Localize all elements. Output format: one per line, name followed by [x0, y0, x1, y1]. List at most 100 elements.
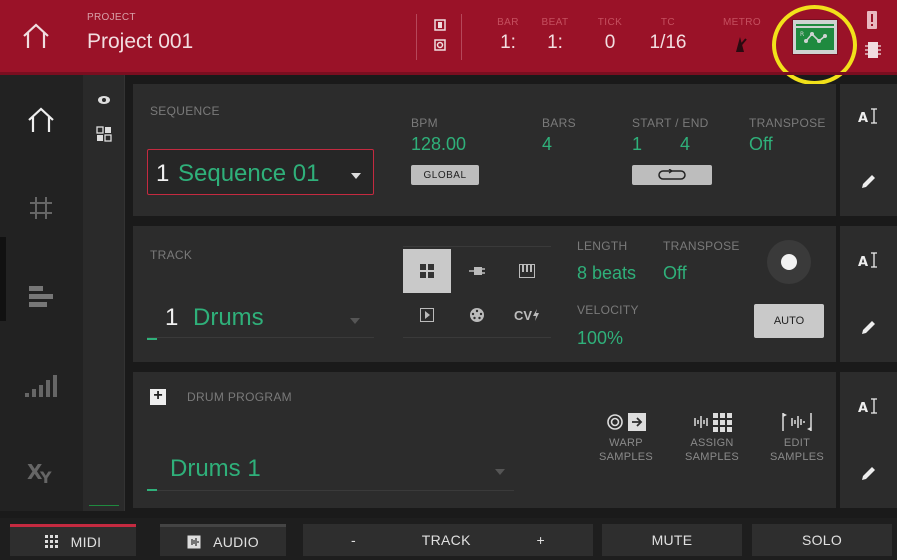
track-select[interactable]: 1 Drums	[147, 302, 374, 338]
nav-grid[interactable]	[18, 185, 64, 231]
bars-icon	[29, 286, 53, 307]
loop-icon	[658, 169, 686, 180]
tick-display[interactable]: TICK 0	[595, 17, 625, 54]
rename-program-button[interactable]: A	[856, 394, 880, 418]
edit-samples-button[interactable]: EDIT SAMPLES	[762, 408, 832, 464]
velocity-value[interactable]: 100%	[577, 328, 623, 349]
pencil-icon	[862, 321, 875, 334]
xy-icon: XY	[27, 460, 52, 485]
grid-icon	[30, 197, 52, 219]
divider	[461, 14, 462, 60]
rename-track-button[interactable]: A	[856, 248, 880, 272]
bpm-value[interactable]: 128.00	[411, 134, 466, 155]
track-side: A	[840, 226, 897, 362]
beat-label: BEAT	[541, 17, 569, 28]
sequence-side: A	[840, 84, 897, 216]
length-label: LENGTH	[577, 239, 628, 253]
midi-label: MIDI	[70, 533, 102, 550]
rename-sequence-button[interactable]: A	[856, 104, 880, 128]
chevron-down-icon	[351, 173, 361, 179]
view-toggle[interactable]	[432, 19, 448, 55]
home-icon	[28, 107, 54, 132]
program-label: DRUM PROGRAM	[187, 390, 292, 404]
tc-display[interactable]: TC 1/16	[644, 17, 692, 54]
solo-button[interactable]: SOLO	[752, 524, 892, 556]
bars-value[interactable]: 4	[542, 134, 552, 155]
nav-xy[interactable]: XY	[18, 449, 64, 495]
start-value[interactable]: 1	[632, 134, 642, 155]
program-dash	[147, 489, 157, 491]
cv-label: CV	[513, 307, 533, 323]
length-value[interactable]: 8 beats	[577, 263, 636, 284]
nav-mixer[interactable]	[18, 273, 64, 319]
pads-icon	[420, 264, 434, 278]
program-select[interactable]: Drums 1	[147, 453, 514, 491]
beat-display[interactable]: BEAT 1:	[538, 17, 572, 54]
assign-samples-button[interactable]: ASSIGN SAMPLES	[677, 408, 747, 464]
track-next-button[interactable]: +	[537, 532, 545, 548]
svg-text:A: A	[858, 111, 868, 125]
edit-samples-icon	[782, 413, 812, 431]
battery-icon	[865, 42, 881, 58]
level-lines	[89, 505, 119, 507]
midi-icon	[470, 308, 484, 322]
header-bar: PROJECT Project 001 BAR 1: BEAT 1: TICK …	[0, 0, 897, 85]
sub-nav	[83, 75, 125, 511]
drum-type-button[interactable]	[403, 249, 451, 293]
warp-line2: SAMPLES	[598, 451, 654, 463]
sequence-select[interactable]: 1 Sequence 01	[147, 149, 374, 195]
sequence-transpose-value[interactable]: Off	[749, 134, 773, 155]
midi-type-button[interactable]	[453, 293, 501, 337]
nav-selection-bar	[0, 237, 6, 321]
pencil-icon	[862, 467, 875, 480]
layout-toggle[interactable]	[95, 125, 113, 143]
auto-button[interactable]: AUTO	[754, 304, 824, 338]
audio-button[interactable]: AUDIO	[160, 524, 286, 556]
track-type-grid: CV	[403, 246, 551, 338]
mute-button[interactable]: MUTE	[602, 524, 742, 556]
loop-button[interactable]	[632, 165, 712, 185]
track-transpose-value[interactable]: Off	[663, 263, 687, 284]
add-program-button[interactable]: +	[150, 388, 166, 405]
visibility-toggle[interactable]	[95, 91, 113, 109]
home-button[interactable]	[14, 14, 58, 58]
plugin-type-button[interactable]	[453, 249, 501, 293]
warning-icon	[867, 11, 877, 29]
global-button[interactable]: GLOBAL	[411, 165, 479, 185]
end-value[interactable]: 4	[680, 134, 690, 155]
track-name: Drums	[193, 304, 264, 331]
track-nav-label: TRACK	[421, 532, 471, 548]
sequence-label: SEQUENCE	[150, 104, 220, 118]
edit-sequence-button[interactable]	[856, 170, 880, 194]
track-nav: - TRACK +	[303, 524, 593, 556]
sequence-number: 1	[156, 160, 170, 187]
warp-samples-button[interactable]: WARP SAMPLES	[591, 408, 661, 464]
nav-levels[interactable]	[18, 363, 64, 409]
text-cursor-icon: A	[858, 252, 877, 269]
project-label: PROJECT	[87, 12, 136, 23]
audio-wave-icon	[187, 535, 201, 549]
clip-type-button[interactable]	[403, 293, 451, 337]
midi-button[interactable]: MIDI	[10, 524, 136, 556]
track-prev-button[interactable]: -	[351, 532, 356, 548]
edit-program-button[interactable]	[856, 462, 880, 486]
edit-track-button[interactable]	[856, 316, 880, 340]
record-arm-button[interactable]	[767, 240, 811, 284]
keygroup-type-button[interactable]	[503, 249, 551, 293]
svg-text:A: A	[858, 401, 868, 415]
bar-label: BAR	[497, 17, 519, 28]
header-underline	[0, 72, 897, 75]
metro-display[interactable]: METRO	[722, 17, 762, 28]
start-end-label: START / END	[632, 116, 709, 130]
project-name[interactable]: Project 001	[87, 30, 193, 54]
plug-icon	[469, 267, 485, 275]
track-dash	[147, 338, 157, 340]
split-view-icon	[434, 19, 446, 31]
tc-label: TC	[660, 17, 676, 28]
divider	[416, 14, 417, 60]
home-icon	[23, 23, 49, 48]
bar-display[interactable]: BAR 1:	[494, 17, 522, 54]
nav-home[interactable]	[18, 97, 64, 143]
cv-type-button[interactable]: CV	[503, 293, 551, 337]
record-icon	[781, 254, 797, 270]
